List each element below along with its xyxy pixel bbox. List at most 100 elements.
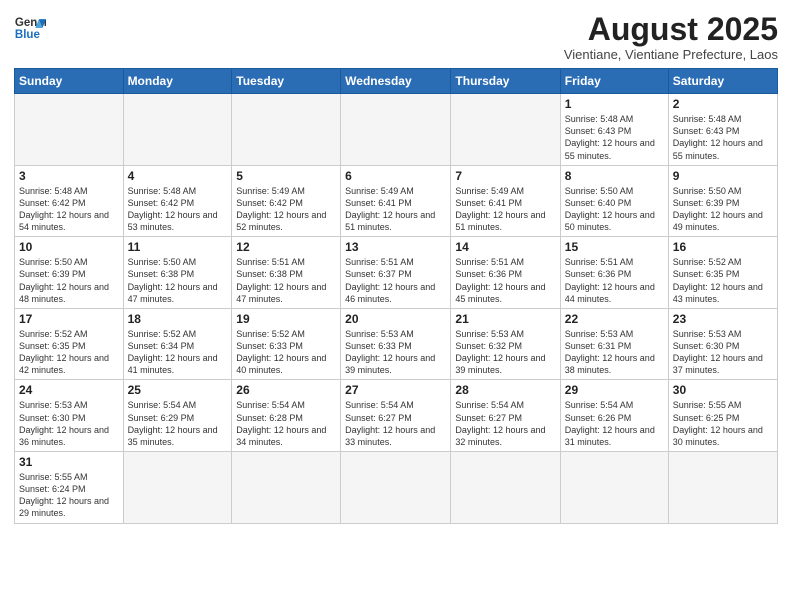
calendar-week-1: 3 Sunrise: 5:48 AM Sunset: 6:42 PM Daylig…	[15, 165, 778, 237]
day-number: 23	[673, 312, 773, 326]
calendar-cell: 15Sunrise: 5:51 AM Sunset: 6:36 PM Dayli…	[560, 237, 668, 309]
day-number: 22	[565, 312, 664, 326]
day-number: 10	[19, 240, 119, 254]
day-info: Sunrise: 5:48 AM Sunset: 6:42 PM Dayligh…	[19, 185, 119, 234]
calendar-cell: 9 Sunrise: 5:50 AM Sunset: 6:39 PM Daylig…	[668, 165, 777, 237]
day-info: Sunrise: 5:51 AM Sunset: 6:36 PM Dayligh…	[565, 256, 664, 305]
day-info: Sunrise: 5:49 AM Sunset: 6:41 PM Dayligh…	[345, 185, 446, 234]
calendar-cell: 19Sunrise: 5:52 AM Sunset: 6:33 PM Dayli…	[232, 308, 341, 380]
weekday-header-friday: Friday	[560, 69, 668, 94]
day-info: Sunrise: 5:54 AM Sunset: 6:27 PM Dayligh…	[345, 399, 446, 448]
day-number: 17	[19, 312, 119, 326]
calendar-cell: 20 Sunrise: 5:53 AM Sunset: 6:33 PM Dayli…	[341, 308, 451, 380]
calendar-cell	[341, 94, 451, 166]
calendar-cell: 11Sunrise: 5:50 AM Sunset: 6:38 PM Dayli…	[123, 237, 232, 309]
calendar-cell: 26 Sunrise: 5:54 AM Sunset: 6:28 PM Dayli…	[232, 380, 341, 452]
calendar-cell: 30Sunrise: 5:55 AM Sunset: 6:25 PM Dayli…	[668, 380, 777, 452]
weekday-header-row: SundayMondayTuesdayWednesdayThursdayFrid…	[15, 69, 778, 94]
day-number: 21	[455, 312, 555, 326]
day-info: Sunrise: 5:50 AM Sunset: 6:39 PM Dayligh…	[19, 256, 119, 305]
day-info: Sunrise: 5:53 AM Sunset: 6:30 PM Dayligh…	[19, 399, 119, 448]
calendar-cell: 21Sunrise: 5:53 AM Sunset: 6:32 PM Dayli…	[451, 308, 560, 380]
day-number: 28	[455, 383, 555, 397]
day-number: 7	[455, 169, 555, 183]
day-number: 26	[236, 383, 336, 397]
calendar-week-5: 31 Sunrise: 5:55 AM Sunset: 6:24 PM Dayli…	[15, 452, 778, 524]
calendar-cell: 29Sunrise: 5:54 AM Sunset: 6:26 PM Dayli…	[560, 380, 668, 452]
calendar-cell	[123, 94, 232, 166]
month-title: August 2025	[564, 12, 778, 47]
day-info: Sunrise: 5:48 AM Sunset: 6:42 PM Dayligh…	[128, 185, 228, 234]
day-info: Sunrise: 5:54 AM Sunset: 6:26 PM Dayligh…	[565, 399, 664, 448]
day-number: 4	[128, 169, 228, 183]
day-number: 31	[19, 455, 119, 469]
calendar-week-0: 1 Sunrise: 5:48 AM Sunset: 6:43 PM Daylig…	[15, 94, 778, 166]
day-number: 1	[565, 97, 664, 111]
logo: General Blue	[14, 12, 46, 44]
day-info: Sunrise: 5:52 AM Sunset: 6:35 PM Dayligh…	[19, 328, 119, 377]
day-info: Sunrise: 5:50 AM Sunset: 6:39 PM Dayligh…	[673, 185, 773, 234]
calendar-week-2: 10 Sunrise: 5:50 AM Sunset: 6:39 PM Dayli…	[15, 237, 778, 309]
day-info: Sunrise: 5:54 AM Sunset: 6:28 PM Dayligh…	[236, 399, 336, 448]
calendar-cell: 13Sunrise: 5:51 AM Sunset: 6:37 PM Dayli…	[341, 237, 451, 309]
day-info: Sunrise: 5:54 AM Sunset: 6:27 PM Dayligh…	[455, 399, 555, 448]
calendar-cell	[451, 94, 560, 166]
calendar-cell: 27 Sunrise: 5:54 AM Sunset: 6:27 PM Dayli…	[341, 380, 451, 452]
day-number: 30	[673, 383, 773, 397]
day-number: 25	[128, 383, 228, 397]
calendar-cell	[232, 94, 341, 166]
weekday-header-saturday: Saturday	[668, 69, 777, 94]
calendar-cell: 14 Sunrise: 5:51 AM Sunset: 6:36 PM Dayli…	[451, 237, 560, 309]
calendar-cell: 12Sunrise: 5:51 AM Sunset: 6:38 PM Dayli…	[232, 237, 341, 309]
calendar-cell: 23 Sunrise: 5:53 AM Sunset: 6:30 PM Dayli…	[668, 308, 777, 380]
day-number: 18	[128, 312, 228, 326]
calendar-cell: 24 Sunrise: 5:53 AM Sunset: 6:30 PM Dayli…	[15, 380, 124, 452]
calendar-cell	[341, 452, 451, 524]
day-info: Sunrise: 5:49 AM Sunset: 6:42 PM Dayligh…	[236, 185, 336, 234]
day-info: Sunrise: 5:52 AM Sunset: 6:35 PM Dayligh…	[673, 256, 773, 305]
day-info: Sunrise: 5:53 AM Sunset: 6:33 PM Dayligh…	[345, 328, 446, 377]
day-info: Sunrise: 5:48 AM Sunset: 6:43 PM Dayligh…	[565, 113, 664, 162]
day-info: Sunrise: 5:51 AM Sunset: 6:36 PM Dayligh…	[455, 256, 555, 305]
calendar-cell: 4 Sunrise: 5:48 AM Sunset: 6:42 PM Daylig…	[123, 165, 232, 237]
calendar-cell: 25Sunrise: 5:54 AM Sunset: 6:29 PM Dayli…	[123, 380, 232, 452]
day-number: 6	[345, 169, 446, 183]
day-info: Sunrise: 5:52 AM Sunset: 6:33 PM Dayligh…	[236, 328, 336, 377]
day-info: Sunrise: 5:51 AM Sunset: 6:37 PM Dayligh…	[345, 256, 446, 305]
day-info: Sunrise: 5:49 AM Sunset: 6:41 PM Dayligh…	[455, 185, 555, 234]
day-number: 9	[673, 169, 773, 183]
day-number: 16	[673, 240, 773, 254]
calendar-cell: 1 Sunrise: 5:48 AM Sunset: 6:43 PM Daylig…	[560, 94, 668, 166]
day-number: 11	[128, 240, 228, 254]
calendar-cell: 2 Sunrise: 5:48 AM Sunset: 6:43 PM Daylig…	[668, 94, 777, 166]
day-info: Sunrise: 5:50 AM Sunset: 6:40 PM Dayligh…	[565, 185, 664, 234]
calendar-cell	[15, 94, 124, 166]
calendar-week-3: 17 Sunrise: 5:52 AM Sunset: 6:35 PM Dayli…	[15, 308, 778, 380]
calendar-cell	[451, 452, 560, 524]
svg-text:Blue: Blue	[15, 29, 41, 41]
day-info: Sunrise: 5:48 AM Sunset: 6:43 PM Dayligh…	[673, 113, 773, 162]
day-number: 20	[345, 312, 446, 326]
calendar-cell	[668, 452, 777, 524]
day-number: 24	[19, 383, 119, 397]
day-number: 14	[455, 240, 555, 254]
calendar-cell	[560, 452, 668, 524]
weekday-header-wednesday: Wednesday	[341, 69, 451, 94]
calendar-cell: 31 Sunrise: 5:55 AM Sunset: 6:24 PM Dayli…	[15, 452, 124, 524]
day-info: Sunrise: 5:53 AM Sunset: 6:30 PM Dayligh…	[673, 328, 773, 377]
day-number: 27	[345, 383, 446, 397]
day-number: 5	[236, 169, 336, 183]
day-number: 2	[673, 97, 773, 111]
day-number: 8	[565, 169, 664, 183]
calendar-cell: 6 Sunrise: 5:49 AM Sunset: 6:41 PM Daylig…	[341, 165, 451, 237]
calendar-cell: 5 Sunrise: 5:49 AM Sunset: 6:42 PM Daylig…	[232, 165, 341, 237]
calendar-cell: 18Sunrise: 5:52 AM Sunset: 6:34 PM Dayli…	[123, 308, 232, 380]
day-info: Sunrise: 5:55 AM Sunset: 6:24 PM Dayligh…	[19, 471, 119, 520]
day-number: 3	[19, 169, 119, 183]
calendar-cell: 7 Sunrise: 5:49 AM Sunset: 6:41 PM Daylig…	[451, 165, 560, 237]
calendar-cell	[123, 452, 232, 524]
title-block: August 2025 Vientiane, Vientiane Prefect…	[564, 12, 778, 62]
calendar-cell: 28 Sunrise: 5:54 AM Sunset: 6:27 PM Dayli…	[451, 380, 560, 452]
location: Vientiane, Vientiane Prefecture, Laos	[564, 47, 778, 62]
weekday-header-sunday: Sunday	[15, 69, 124, 94]
